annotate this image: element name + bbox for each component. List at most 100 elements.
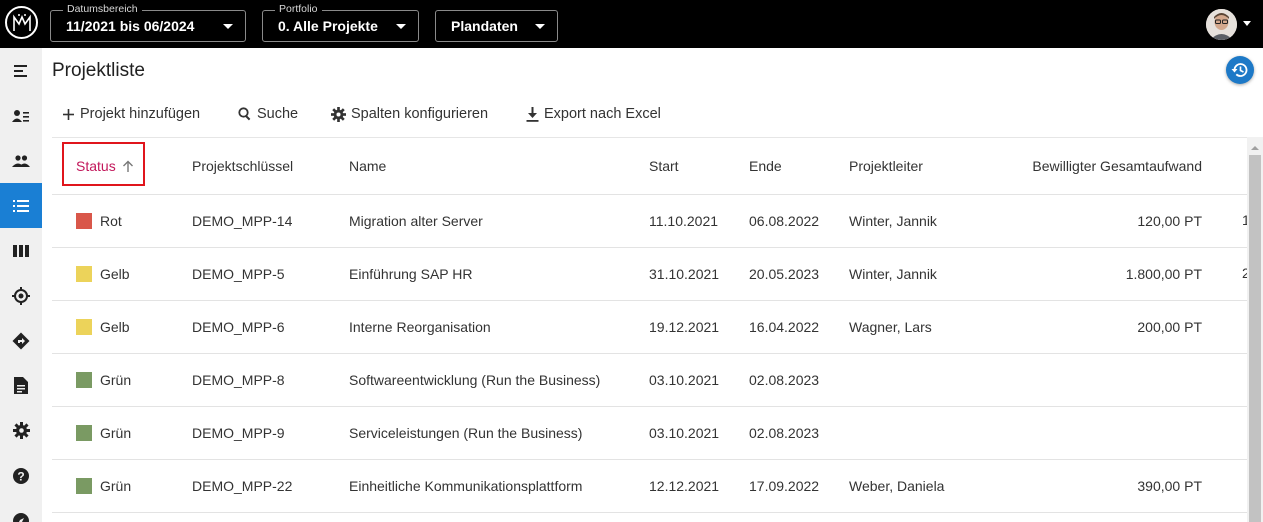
effort-column-header[interactable]: Bewilligter Gesamtaufwand (1002, 138, 1202, 194)
sidebar-item-directions[interactable] (0, 318, 42, 363)
start-date-cell: 19.12.2021 (649, 319, 720, 335)
status-cell: Grün (76, 354, 131, 406)
project-key-cell: DEMO_MPP-14 (192, 213, 293, 229)
status-text: Grün (100, 372, 132, 388)
sidebar-item-compass[interactable] (0, 498, 42, 522)
app-logo[interactable] (5, 6, 38, 39)
chevron-down-icon (535, 24, 545, 29)
project-key-cell: DEMO_MPP-8 (192, 372, 285, 388)
end-date-cell: 02.08.2023 (749, 425, 820, 441)
sort-ascending-icon (122, 160, 133, 172)
start-column-header[interactable]: Start (649, 138, 679, 194)
end-date-cell: 17.09.2022 (749, 478, 820, 494)
svg-text:?: ? (17, 469, 24, 483)
user-menu-chevron-icon[interactable] (1243, 21, 1251, 26)
key-column-header[interactable]: Projektschlüssel (192, 138, 293, 194)
table-row[interactable]: Grün DEMO_MPP-8 Softwareentwicklung (Run t… (52, 354, 1247, 407)
project-lead-cell: Winter, Jannik (849, 213, 937, 229)
project-lead-cell: Winter, Jannik (849, 266, 937, 282)
name-column-header[interactable]: Name (349, 138, 386, 194)
project-name-cell[interactable]: Einführung SAP HR (349, 248, 472, 300)
scroll-up-arrow-icon[interactable] (1251, 146, 1259, 150)
help-icon: ? (13, 467, 29, 484)
configure-columns-button[interactable]: Spalten konfigurieren (331, 103, 488, 125)
data-mode-value: Plandaten (451, 18, 518, 34)
table-row[interactable]: Grün DEMO_MPP-9 Serviceleistungen (Run the… (52, 407, 1247, 460)
history-button[interactable] (1226, 56, 1254, 84)
export-excel-label: Export nach Excel (544, 106, 661, 122)
logo-mark-icon (12, 13, 31, 31)
status-cell: Rot (76, 195, 122, 247)
approved-effort-cell: 200,00 PT (1137, 319, 1202, 335)
project-lead-cell: Wagner, Lars (849, 319, 932, 335)
history-icon (1231, 63, 1248, 77)
project-name-cell[interactable]: Migration alter Server (349, 195, 483, 247)
start-date-cell: 03.10.2021 (649, 372, 720, 388)
sidebar-item-help[interactable]: ? (0, 453, 42, 498)
start-date-cell: 11.10.2021 (649, 213, 719, 229)
portfolio-label: Portfolio (275, 3, 322, 15)
status-color-swatch (76, 478, 92, 494)
table-row[interactable]: Gelb DEMO_MPP-5 Einführung SAP HR 31.10.202… (52, 248, 1247, 301)
top-bar: Datumsbereich 11/2021 bis 06/2024 Portfo… (0, 0, 1263, 48)
status-column-header[interactable]: Status (76, 146, 134, 186)
project-name-cell[interactable]: Interne Reorganisation (349, 301, 491, 353)
end-date-cell: 20.05.2023 (749, 266, 820, 282)
end-date-cell: 16.04.2022 (749, 319, 820, 335)
lead-column-header[interactable]: Projektleiter (849, 138, 923, 194)
sidebar-item-columns[interactable] (0, 228, 42, 273)
approved-effort-cell: 1.800,00 PT (1125, 266, 1202, 282)
table-row[interactable]: Gelb DEMO_MPP-6 Interne Reorganisation 19.1… (52, 301, 1247, 354)
columns-icon (13, 244, 29, 257)
group-icon (12, 154, 30, 167)
add-project-button[interactable]: Projekt hinzufügen (62, 103, 200, 125)
sidebar-item-groups[interactable] (0, 138, 42, 183)
sidebar-item-person-list[interactable] (0, 93, 42, 138)
approved-effort-cell (1002, 354, 1202, 406)
status-text: Grün (100, 478, 132, 494)
end-date-cell: 02.08.2023 (749, 372, 820, 388)
table-header: Status Projektschlüssel Name Start Ende … (52, 138, 1247, 195)
project-key-cell: DEMO_MPP-5 (192, 266, 285, 282)
sidebar: ? (0, 48, 42, 522)
portfolio-dropdown[interactable]: Portfolio 0. Alle Projekte (262, 3, 419, 42)
data-mode-dropdown[interactable]: Plandaten (435, 10, 558, 42)
project-key-cell: DEMO_MPP-22 (192, 478, 293, 494)
download-icon (526, 106, 539, 122)
approved-effort-cell: 390,00 PT (1137, 478, 1202, 494)
add-project-label: Projekt hinzufügen (80, 106, 201, 122)
end-column-header[interactable]: Ende (749, 138, 782, 194)
date-range-dropdown[interactable]: Datumsbereich 11/2021 bis 06/2024 (50, 3, 246, 42)
sidebar-item-documents[interactable] (0, 363, 42, 408)
project-name-cell[interactable]: Softwareentwicklung (Run the Business) (349, 354, 600, 406)
export-excel-button[interactable]: Export nach Excel (526, 103, 661, 125)
gear-icon (331, 106, 346, 122)
portfolio-value: 0. Alle Projekte (278, 18, 378, 34)
sidebar-item-target[interactable] (0, 273, 42, 318)
project-key-cell: DEMO_MPP-6 (192, 319, 285, 335)
user-avatar[interactable] (1206, 9, 1237, 40)
project-name-cell[interactable]: Einheitliche Kommunikationsplattform (349, 460, 582, 512)
sidebar-item-collapse[interactable] (0, 48, 42, 93)
directions-icon (12, 332, 30, 349)
status-cell: Grün (76, 407, 131, 459)
start-date-cell: 31.10.2021 (649, 266, 720, 282)
status-text: Rot (100, 213, 122, 229)
status-cell: Gelb (76, 248, 130, 300)
sidebar-item-project-list[interactable] (0, 183, 42, 228)
status-text: Gelb (100, 319, 130, 335)
end-date-cell: 06.08.2022 (749, 213, 820, 229)
project-name-cell[interactable]: Serviceleistungen (Run the Business) (349, 407, 582, 459)
person-list-icon (12, 109, 29, 122)
table-row[interactable]: Rot DEMO_MPP-14 Migration alter Server 11.1… (52, 195, 1247, 248)
table-row[interactable]: Grün DEMO_MPP-22 Einheitliche Kommunikatio… (52, 460, 1247, 513)
scrollbar-thumb[interactable] (1249, 155, 1261, 522)
sidebar-item-settings[interactable] (0, 408, 42, 453)
approved-effort-cell: 120,00 PT (1137, 213, 1202, 229)
search-button[interactable]: Suche (238, 103, 298, 125)
status-color-swatch (76, 213, 92, 229)
date-range-label: Datumsbereich (63, 3, 142, 15)
menu-collapse-icon (14, 64, 27, 77)
status-header-label: Status (76, 158, 116, 174)
search-label: Suche (257, 106, 299, 122)
